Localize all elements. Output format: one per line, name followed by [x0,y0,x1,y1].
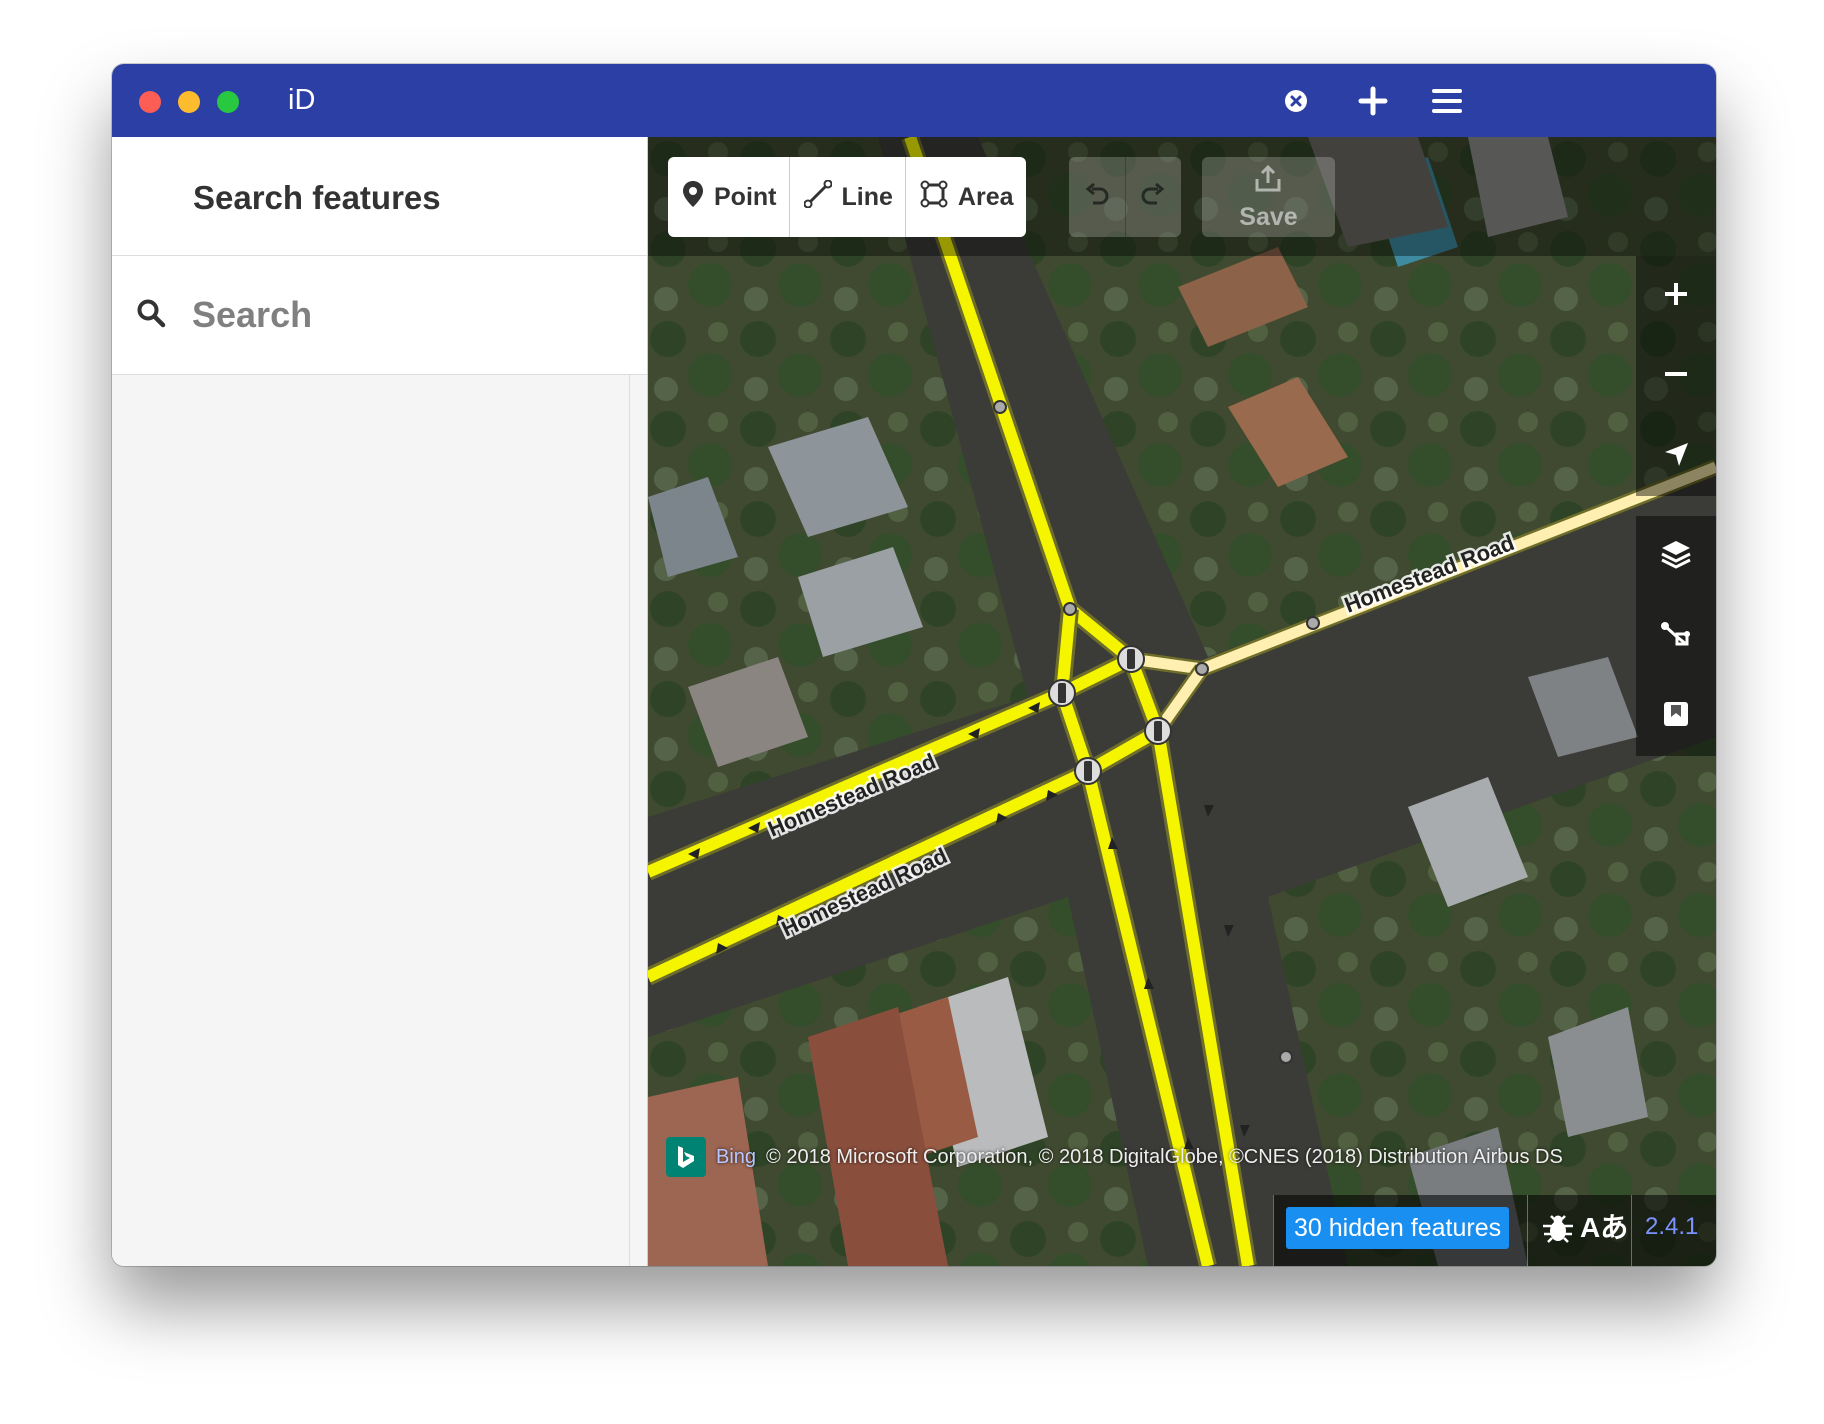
background-layers-button[interactable] [1636,516,1716,596]
hamburger-menu-icon[interactable] [1426,80,1468,122]
redo-button[interactable] [1126,157,1182,237]
zoom-in-button[interactable] [1636,256,1716,336]
zoom-window-button[interactable] [217,91,239,113]
line-icon [803,179,832,215]
marker-icon [682,180,704,215]
search-input[interactable] [190,286,614,344]
search-icon [136,298,166,333]
imagery-provider-link[interactable]: Bing [716,1146,756,1169]
sidebar: Search features [112,137,648,1266]
translate-icon[interactable]: Aあ [1580,1206,1628,1246]
bing-logo-icon[interactable] [666,1137,706,1177]
app-window: iD Search features Search Homestead Road… [112,64,1716,1266]
footer-divider [1527,1195,1528,1266]
add-point-button[interactable]: Point [668,157,790,237]
minimize-window-button[interactable] [178,91,200,113]
geolocate-button[interactable] [1636,416,1716,496]
map-data-button[interactable] [1636,596,1716,676]
panel-controls [1636,516,1716,756]
geolocate-icon [1662,440,1690,473]
map-canvas[interactable]: Homestead Road Homestead Road Homestead … [648,137,1716,1266]
zoom-out-button[interactable] [1636,336,1716,416]
zoom-out-icon [1662,360,1690,393]
point-label: Point [714,182,777,211]
area-label: Area [957,182,1014,211]
footer-divider [1631,1195,1632,1266]
add-area-button[interactable]: Area [906,157,1026,237]
upload-icon [1252,163,1284,202]
hidden-features-badge[interactable]: 30 hidden features [1286,1207,1510,1249]
area-icon [920,180,948,215]
bug-icon[interactable] [1541,1212,1575,1249]
close-window-button[interactable] [139,91,161,113]
add-line-button[interactable]: Line [790,157,906,237]
redo-icon [1139,181,1167,214]
footer-divider [1273,1195,1274,1266]
undo-button[interactable] [1069,157,1126,237]
save-button[interactable]: Save [1202,157,1335,237]
map-view[interactable]: Homestead Road Homestead Road Homestead … [648,137,1716,1266]
map-data-icon [1660,618,1692,655]
issues-icon [1661,699,1691,734]
zoom-in-icon [1662,280,1690,313]
imagery-attribution: Bing © 2018 Microsoft Corporation, © 201… [666,1137,1563,1177]
title-bar: iD [112,64,1716,137]
app-title: iD [288,84,316,116]
search-bar [112,256,647,375]
layers-icon [1660,538,1692,575]
sidebar-resizer[interactable] [629,375,630,1266]
undo-redo-group [1069,157,1181,237]
close-circle-icon[interactable] [1275,80,1317,122]
add-feature-modes: Point Line Area [668,157,1026,237]
map-controls [1636,256,1716,796]
map-footer: 30 hidden features Aあ 2.4.1 [1273,1195,1716,1266]
undo-icon [1083,181,1111,214]
zoom-controls [1636,256,1716,496]
line-label: Line [841,182,893,211]
version-link[interactable]: 2.4.1 [1645,1213,1698,1241]
attribution-text: © 2018 Microsoft Corporation, © 2018 Dig… [766,1145,1563,1168]
save-label: Save [1239,203,1298,231]
sidebar-header: Search features [112,137,647,256]
issues-button[interactable] [1636,676,1716,756]
top-toolbar: Point Line Area Save [648,137,1716,256]
sidebar-title: Search features [193,179,441,216]
add-icon[interactable] [1352,80,1394,122]
